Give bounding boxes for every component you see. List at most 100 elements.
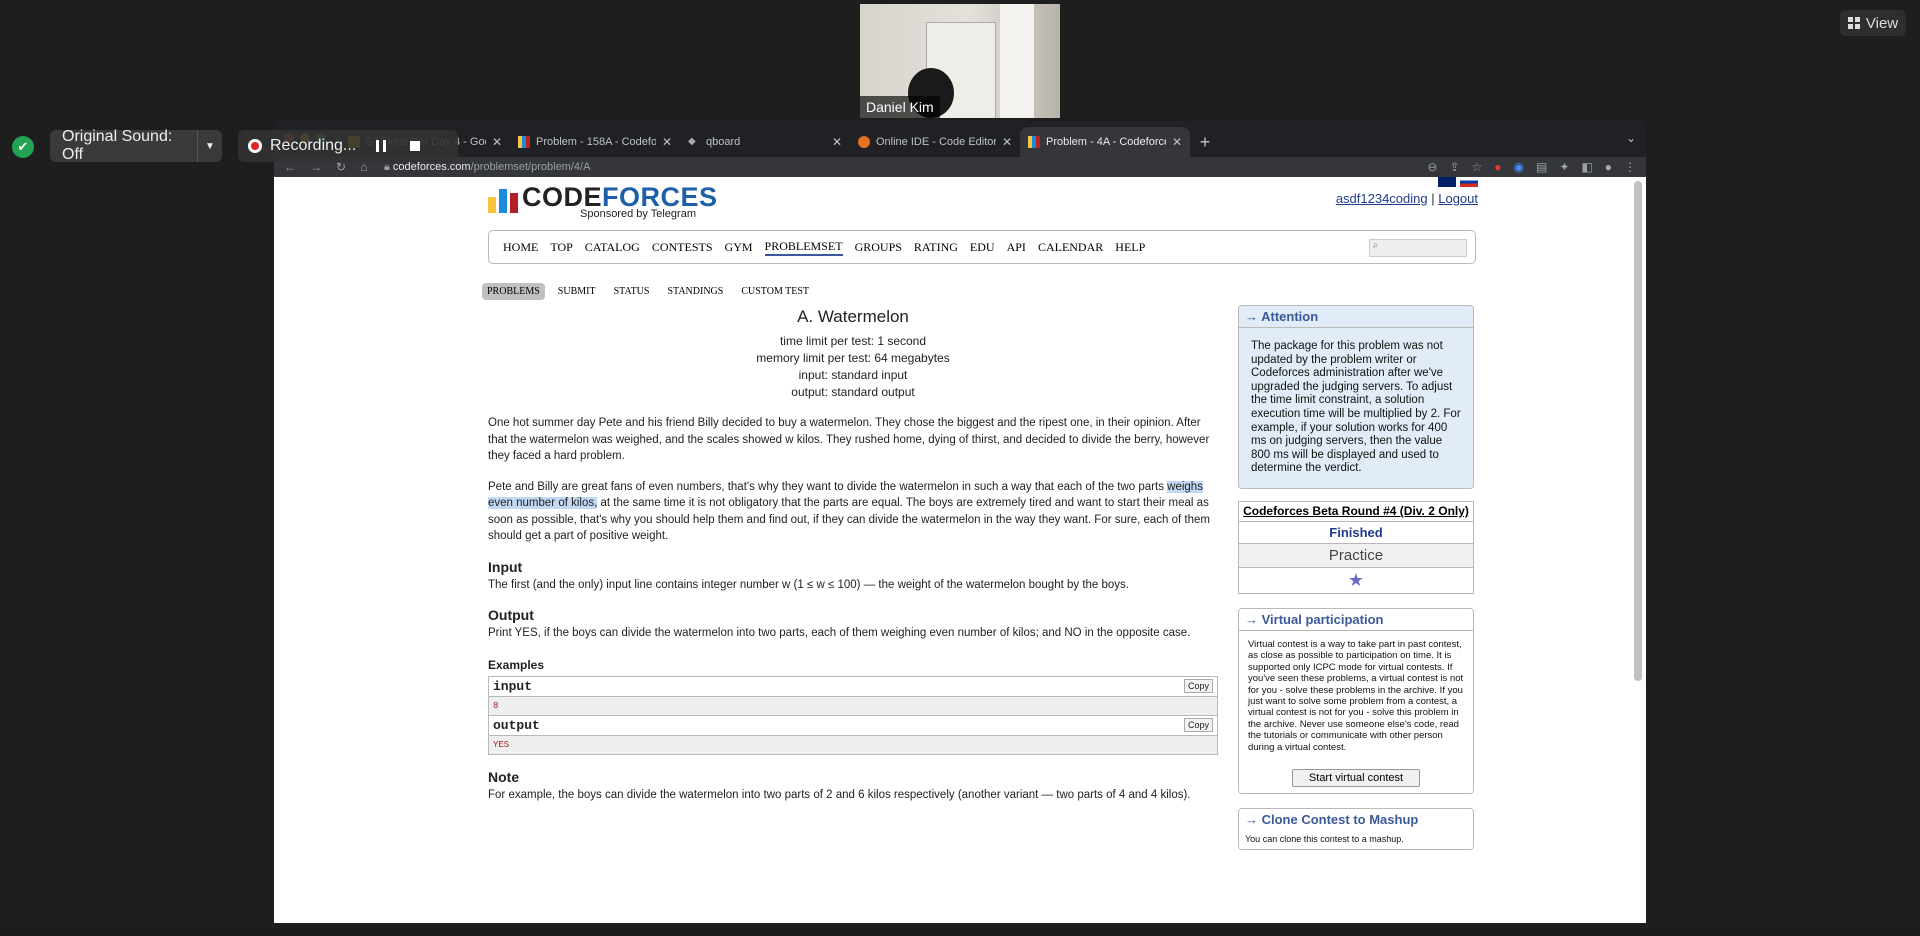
zoom-icon[interactable]: ⊖ xyxy=(1427,160,1437,174)
address-bar: ← → ↻ ⌂ 🔒︎ codeforces.com/problemset/pro… xyxy=(274,157,1646,177)
attention-text: The package for this problem was not upd… xyxy=(1239,328,1473,488)
tab-title: Problem - 158A - Codeforces xyxy=(536,136,656,148)
logout-link[interactable]: Logout xyxy=(1438,191,1478,206)
user-box: asdf1234coding | Logout xyxy=(1336,191,1478,206)
language-flags xyxy=(1438,177,1478,187)
menu-calendar[interactable]: CALENDAR xyxy=(1038,240,1103,255)
statement-text: at the same time it is not obligatory th… xyxy=(488,497,1210,542)
participant-name: Daniel Kim xyxy=(860,96,940,118)
taskbar xyxy=(0,928,1920,936)
search-input[interactable]: ⌕ xyxy=(1369,239,1467,257)
star-icon[interactable]: ★ xyxy=(1239,568,1473,593)
menu-top[interactable]: TOP xyxy=(550,240,572,255)
scrollbar[interactable] xyxy=(1634,181,1642,681)
copy-input-button[interactable]: Copy xyxy=(1183,679,1213,693)
time-limit: time limit per test: 1 second xyxy=(779,334,927,348)
home-icon[interactable]: ⌂ xyxy=(360,160,367,174)
clone-title: → Clone Contest to Mashup xyxy=(1245,812,1419,827)
recording-indicator: Recording... xyxy=(238,130,458,162)
stop-icon[interactable] xyxy=(410,141,421,151)
menu-gym[interactable]: GYM xyxy=(725,240,753,255)
tab-online-ide[interactable]: Online IDE - Code Editor, Com ✕ xyxy=(850,127,1020,157)
forward-icon[interactable]: → xyxy=(310,160,322,174)
input-spec: The first (and the only) input line cont… xyxy=(488,578,1129,591)
output-spec: Print YES, if the boys can divide the wa… xyxy=(488,627,1191,639)
url-path: /problemset/problem/4/A xyxy=(470,160,591,173)
ide-icon xyxy=(858,136,870,148)
page-content: CODEFORCES Sponsored by Telegram asdf123… xyxy=(274,177,1646,923)
profile-icon[interactable]: ● xyxy=(1605,160,1612,174)
problem-title: A. Watermelon xyxy=(797,307,909,326)
russian-flag-icon[interactable] xyxy=(1460,177,1478,187)
menu-home[interactable]: HOME xyxy=(503,240,538,255)
menu-groups[interactable]: GROUPS xyxy=(855,240,902,255)
participant-video: Daniel Kim xyxy=(860,4,1060,118)
close-tab-icon[interactable]: ✕ xyxy=(1172,135,1182,149)
puzzle-icon[interactable]: ✦ xyxy=(1559,160,1569,174)
problem-statement: A. Watermelon time limit per test: 1 sec… xyxy=(488,307,1218,803)
recording-label: Recording... xyxy=(270,137,357,154)
clone-contest-box: → Clone Contest to Mashup You can clone … xyxy=(1238,808,1474,850)
close-tab-icon[interactable]: ✕ xyxy=(832,135,842,149)
menu-rating[interactable]: RATING xyxy=(914,240,958,255)
example-output-label: output xyxy=(493,717,540,733)
menu-icon[interactable]: ⋮ xyxy=(1624,160,1636,174)
main-menu: HOME TOP CATALOG CONTESTS GYM PROBLEMSET… xyxy=(488,230,1476,264)
menu-help[interactable]: HELP xyxy=(1115,240,1145,255)
virtual-text: Virtual contest is a way to take part in… xyxy=(1248,638,1464,753)
statement-text: Pete and Billy are great fans of even nu… xyxy=(488,480,1168,493)
lock-icon: 🔒︎ xyxy=(384,160,393,173)
attention-title: → Attention xyxy=(1239,306,1473,328)
tab-search-icon[interactable]: ⌄ xyxy=(1626,131,1636,145)
pause-icon[interactable] xyxy=(376,140,387,152)
close-tab-icon[interactable]: ✕ xyxy=(662,135,672,149)
virtual-participation-box: → Virtual participation Virtual contest … xyxy=(1238,607,1474,794)
extension-icon[interactable]: ● xyxy=(1494,160,1501,174)
close-tab-icon[interactable]: ✕ xyxy=(1002,135,1012,149)
example-input-value: 8 xyxy=(489,696,1217,716)
example-output-value: YES xyxy=(489,735,1217,754)
virtual-title: → Virtual participation xyxy=(1239,609,1473,631)
back-icon[interactable]: ← xyxy=(284,160,296,174)
subnav-problems[interactable]: PROBLEMS xyxy=(482,283,545,300)
menu-catalog[interactable]: CATALOG xyxy=(585,240,640,255)
statement-paragraph-1: One hot summer day Pete and his friend B… xyxy=(488,417,1210,462)
round-title[interactable]: Codeforces Beta Round #4 (Div. 2 Only) xyxy=(1239,502,1473,522)
view-button[interactable]: View xyxy=(1840,10,1906,36)
note-heading: Note xyxy=(488,768,520,785)
round-box: Codeforces Beta Round #4 (Div. 2 Only) F… xyxy=(1238,500,1474,594)
new-tab-icon[interactable]: + xyxy=(1190,127,1220,157)
reader-icon[interactable]: ▤ xyxy=(1536,160,1547,174)
tab-4a[interactable]: Problem - 4A - Codeforces ✕ xyxy=(1020,127,1190,157)
extension-icon[interactable]: ◉ xyxy=(1514,160,1524,174)
sidepanel-icon[interactable]: ◧ xyxy=(1581,160,1592,174)
subnav-submit[interactable]: SUBMIT xyxy=(553,283,601,300)
chevron-down-icon[interactable]: ▼ xyxy=(197,130,222,162)
english-flag-icon[interactable] xyxy=(1438,177,1456,187)
bookmark-star-icon[interactable]: ☆ xyxy=(1472,160,1483,174)
tab-qboard[interactable]: ◆ qboard ✕ xyxy=(680,127,850,157)
url-field[interactable]: 🔒︎ codeforces.com/problemset/problem/4/A xyxy=(384,161,1427,174)
url-host: codeforces.com xyxy=(392,160,471,173)
username-link[interactable]: asdf1234coding xyxy=(1336,191,1428,206)
menu-api[interactable]: API xyxy=(1007,240,1026,255)
tab-title: Online IDE - Code Editor, Com xyxy=(876,136,996,148)
example-block: input Copy 8 output Copy YES xyxy=(488,675,1218,755)
subnav-custom-test[interactable]: CUSTOM TEST xyxy=(736,283,814,300)
subnav-standings[interactable]: STANDINGS xyxy=(662,283,728,300)
subnav-status[interactable]: STATUS xyxy=(609,283,655,300)
tab-158a[interactable]: Problem - 158A - Codeforces ✕ xyxy=(510,127,680,157)
shield-icon[interactable]: ✔ xyxy=(12,136,34,158)
round-mode: Practice xyxy=(1239,543,1473,568)
input-source: input: standard input xyxy=(798,368,908,382)
original-sound-button[interactable]: Original Sound: Off ▼ xyxy=(50,128,222,163)
copy-output-button[interactable]: Copy xyxy=(1183,718,1213,732)
statement-paragraph-2: Pete and Billy are great fans of even nu… xyxy=(488,479,1218,545)
reload-icon[interactable]: ↻ xyxy=(336,160,346,174)
share-icon[interactable]: ⇪ xyxy=(1449,160,1459,174)
menu-problemset[interactable]: PROBLEMSET xyxy=(764,239,843,256)
start-virtual-contest-button[interactable]: Start virtual contest xyxy=(1292,769,1420,787)
menu-contests[interactable]: CONTESTS xyxy=(652,240,713,255)
menu-edu[interactable]: EDU xyxy=(970,240,995,255)
close-tab-icon[interactable]: ✕ xyxy=(492,135,502,149)
